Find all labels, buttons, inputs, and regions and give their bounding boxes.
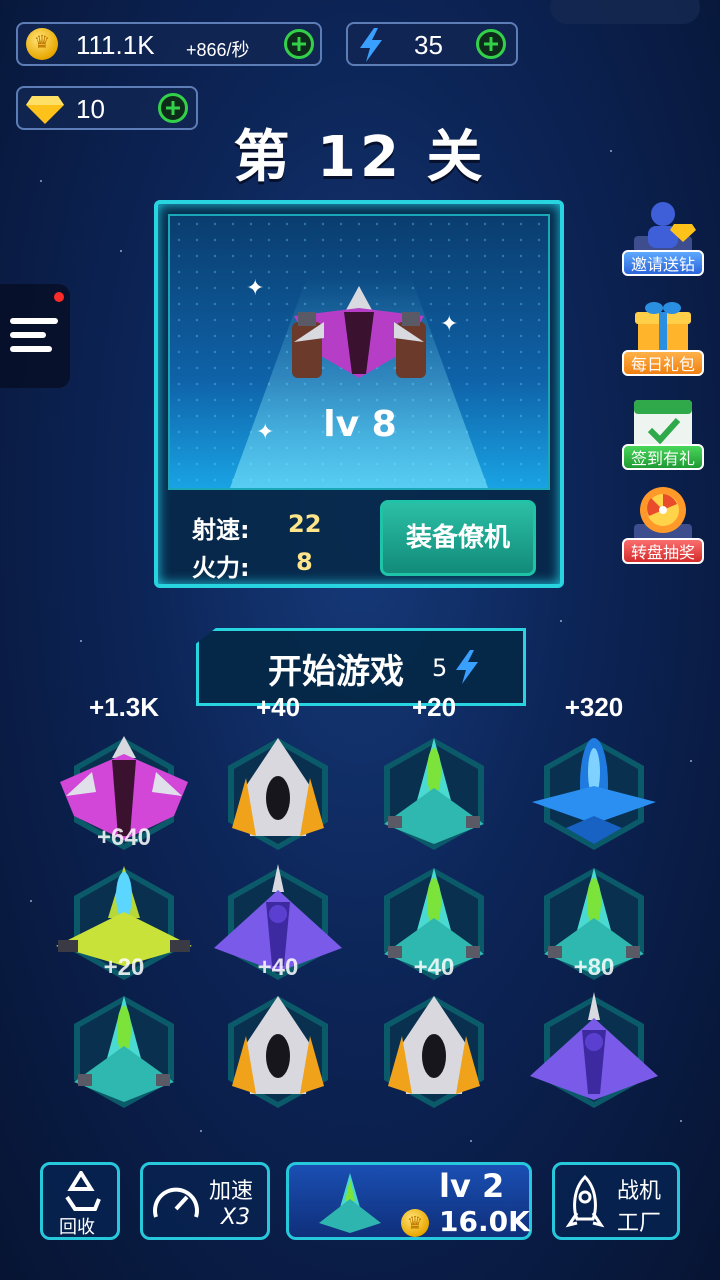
hangar-slot[interactable] [210,732,346,856]
plane-factory-button[interactable]: 战机 工厂 [552,1162,680,1240]
daily-gift-button[interactable]: 每日礼包 [622,298,704,376]
equip-wingman-button[interactable]: 装备僚机 [380,500,536,576]
coin-icon [26,28,58,60]
coin-icon [401,1209,429,1237]
income-popup: +40 [413,954,455,981]
fire-rate-label: 射速: [192,516,250,544]
coin-amount: 111.1K [76,30,155,60]
teal-fighter-icon [319,1173,381,1233]
energy-bar: 35 [346,22,518,66]
stage-title: 第 12 关 [233,125,487,190]
firepower-label: 火力: [192,554,250,582]
checkin-label: 签到有礼 [622,444,704,470]
gift-box-icon [630,298,696,358]
slot-income: +40 [255,692,301,722]
hangar-slot[interactable]: +40 [210,862,346,986]
start-game-label: 开始游戏 [268,652,404,692]
lightning-icon [360,28,382,62]
hangar-slot[interactable] [210,990,346,1114]
recycle-label: 回收 [59,1217,95,1238]
hangar-slot[interactable] [366,990,502,1114]
recycle-icon [65,1171,101,1211]
invite-button[interactable]: 邀请送钻 [622,198,704,276]
hangar-slot[interactable] [526,990,662,1114]
slot-income: +1.3K [88,692,160,722]
income-popup: +20 [103,954,145,981]
add-energy-button[interactable] [476,29,506,59]
factory-label-2: 工厂 [617,1211,662,1236]
plane-level: lv 8 [323,404,397,445]
menu-button[interactable] [0,284,70,388]
firepower-value: 8 [296,548,313,576]
buy-level: lv 2 [439,1167,505,1205]
hangar-slot[interactable] [56,990,192,1114]
hangar-slot[interactable]: +80 [526,862,662,986]
notification-dot [54,292,64,302]
add-coins-button[interactable] [284,29,314,59]
speed-label: 加速 [209,1179,254,1204]
hangar-slot[interactable]: +20 [56,862,192,986]
hangar-slot[interactable]: +640 [56,732,192,856]
sparkle-icon: ✦ [246,276,265,301]
lucky-wheel-label: 转盘抽奖 [622,538,704,564]
featured-plane-icon [292,286,426,378]
daily-gift-label: 每日礼包 [622,350,704,376]
hangar-slot[interactable]: +40 [366,862,502,986]
coin-rate: +866/秒 [186,40,250,60]
hangar-slot[interactable] [526,732,662,856]
rocket-icon [565,1175,605,1228]
recycle-button[interactable]: 回收 [40,1162,120,1240]
speed-up-button[interactable]: 加速 X3 [140,1162,270,1240]
speed-multiplier: X3 [221,1205,251,1230]
start-cost: 5 [432,654,448,682]
coin-bar: 111.1K +866/秒 [16,22,322,66]
income-popup: +640 [96,824,152,851]
buy-cost: 16.0K [439,1205,530,1238]
lucky-wheel-icon [630,486,696,546]
mini-program-capsule[interactable] [550,0,700,24]
slot-income: +320 [564,692,624,722]
lucky-wheel-button[interactable]: 转盘抽奖 [622,486,704,564]
invite-gem-icon [630,198,696,258]
income-popup: +80 [573,954,615,981]
speedometer-icon [153,1187,199,1218]
hangar-slot[interactable] [366,732,502,856]
sparkle-icon: ✦ [440,312,459,337]
slot-income: +20 [411,692,457,722]
invite-label: 邀请送钻 [622,250,704,276]
lightning-icon [456,650,478,684]
energy-amount: 35 [414,30,443,60]
income-popup: +40 [257,954,299,981]
buy-plane-button[interactable]: lv 2 16.0K [286,1162,532,1240]
fire-rate-value: 22 [288,510,322,538]
menu-icon [10,318,58,324]
factory-label-1: 战机 [617,1179,662,1204]
